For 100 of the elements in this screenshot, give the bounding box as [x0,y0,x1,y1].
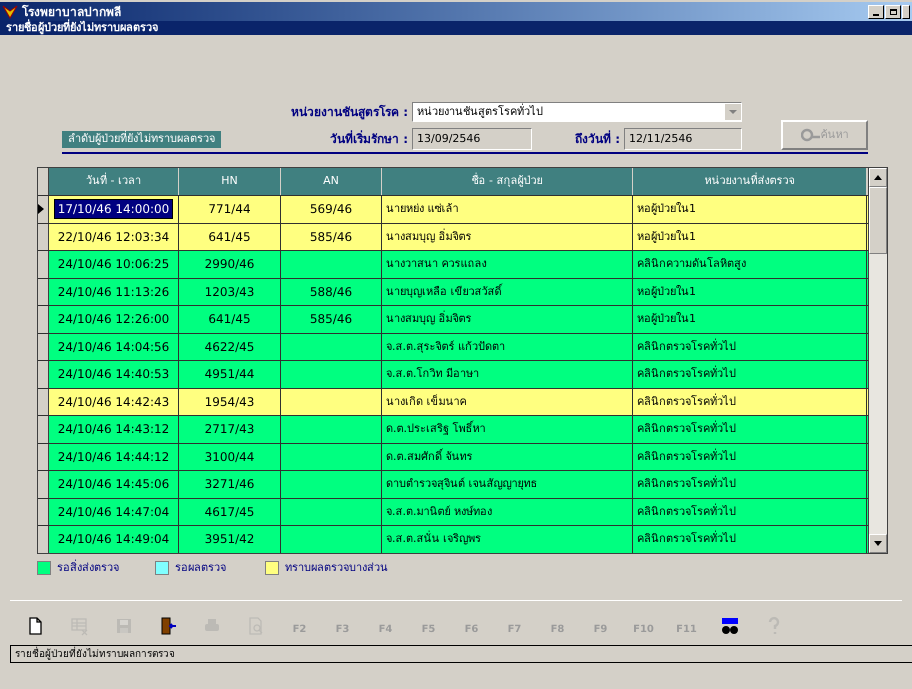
column-header[interactable]: AN [281,168,382,195]
row-header[interactable] [38,251,49,278]
row-header[interactable] [38,471,49,498]
table-cell-text: 585/46 [310,311,352,328]
table-row[interactable]: 24/10/46 14:04:56 4622/45 จ.ส.ต.สุระจิตร์ แก้วปัดตา คลินิกตรวจโรคทั่วไป [38,332,868,360]
scroll-thumb[interactable] [869,187,887,254]
table-cell-text: นางเกิด เข็มนาค [386,394,466,410]
table-cell-text: 22/10/46 12:03:34 [58,228,170,246]
table-cell-text: นายหย่ง แซ่เล้า [386,201,458,217]
table-cell-text: คลินิกตรวจโรคทั่วไป [637,394,736,410]
row-header[interactable] [38,388,49,415]
table-cell-text: 24/10/46 11:13:26 [58,284,170,301]
row-header[interactable] [38,361,49,388]
table-cell-text: 24/10/46 14:40:53 [58,366,170,384]
table-cell-text: ด.ต.ประเสริฐ โพธิ์หา [386,421,486,437]
unit-dropdown[interactable]: หน่วยงานชันสูตรโรคทั่วไป [412,102,742,122]
table-cell-text: 3100/44 [204,448,254,466]
table-cell-text: 24/10/46 14:43:12 [58,421,170,438]
column-header[interactable]: ชื่อ - สกุลผู้ป่วย [382,168,633,195]
section-label: ลำดับผู้ป่วยที่ยังไม่ทราบผลตรวจ [62,131,221,148]
row-header[interactable] [38,306,49,332]
table-row[interactable]: 24/10/46 14:47:04 4617/45 จ.ส.ต.มานิตย์ หงษ์ทอง คลินิกตรวจโรคทั่วไป [38,498,868,525]
table-cell-text: จ.ส.ต.โกวิท มีอาษา [386,366,479,382]
column-header[interactable]: HN [179,168,281,195]
subwindow-title: รายชื่อผู้ป่วยที่ยังไม่ทราบผลตรวจ [6,20,158,36]
table-cell-text: คลินิกตรวจโรคทั่วไป [637,476,736,492]
table-cell-text: คลินิกตรวจโรคทั่วไป [637,366,736,382]
column-header[interactable]: วันที่ - เวลา [49,168,179,195]
table-cell: หอผู้ป่วยใน1 [637,284,696,300]
row-header[interactable] [38,278,49,305]
table-cell-text: จ.ส.ต.มานิตย์ หงษ์ทอง [386,504,492,520]
table-cell: นายบุญเหลือ เขียวสวัสดิ์ [386,284,502,300]
row-header[interactable] [38,224,49,250]
row-header[interactable] [38,196,49,222]
table-cell-text: 24/10/46 14:42:43 [58,394,170,411]
table-row[interactable]: 24/10/46 14:43:12 2717/43 ด.ต.ประเสริฐ โพธิ์หา คลินิกตรวจโรคทั่วไป [38,415,868,442]
legend-label: ทราบผลตรวจบางส่วน [285,560,388,576]
table-row[interactable]: 24/10/46 14:49:04 3951/42 จ.ส.ต.สนั่น เจริญพร คลินิกตรวจโรคทั่วไป [38,525,868,552]
table-cell-text: ดาบตำรวจสุจินต์ เจนสัญญายุทธ [386,476,538,492]
table-cell-text: 4622/45 [204,338,254,356]
field-label: ถึงวันที่ : [574,130,620,148]
table-cell-text: นางวาสนา ควรแถลง [386,256,486,272]
table-cell-text: 4617/45 [204,504,254,521]
row-header[interactable] [38,444,49,470]
table-cell-text: 24/10/46 14:45:06 [58,476,170,494]
table-row[interactable]: 24/10/46 14:45:06 3271/46 ดาบตำรวจสุจินต์ เจนสัญญายุทธ คลินิกตรวจโรคทั่วไป [38,470,868,498]
table-cell-text: 3271/46 [204,476,254,494]
table-cell: นางสมบุญ อิ่มจิตร [386,228,472,245]
scroll-down-button[interactable] [869,534,887,552]
table-row[interactable]: 24/10/46 12:26:00 641/45 585/46 นางสมบุญ อิ่มจิตร หอผู้ป่วยใน1 [38,305,868,332]
table-cell-text: หอผู้ป่วยใน1 [637,311,696,327]
table-cell-text: 3951/42 [204,531,254,548]
table-row[interactable]: 24/10/46 14:44:12 3100/44 ด.ต.สมศักดิ์ จันทร คลินิกตรวจโรคทั่วไป [38,442,868,470]
minimize-button[interactable] [868,4,884,18]
table-cell-text: นางสมบุญ อิ่มจิตร [386,311,472,327]
table-cell-text: จ.ส.ต.สนั่น เจริญพร [386,531,481,547]
table-cell-text: 1954/43 [204,394,254,411]
table-cell: หอผู้ป่วยใน1 [637,228,696,245]
scroll-down-icon [874,540,882,546]
table-cell-text: 24/10/46 12:26:00 [58,311,170,328]
table-cell-text: 2990/46 [204,256,254,274]
row-header[interactable] [38,416,49,442]
table-cell-text: 641/45 [208,228,251,246]
table-cell-text: 24/10/46 14:47:04 [58,504,170,521]
grid-edit-icon [70,616,90,636]
close-button[interactable] [902,4,910,18]
table-row[interactable]: 24/10/46 14:40:53 4951/44 จ.ส.ต.โกวิท มีอาษา คลินิกตรวจโรคทั่วไป [38,360,868,388]
status-text: รายชื่อผู้ป่วยที่ยังไม่ทราบผลการตรวจ [15,646,175,662]
restore-button[interactable] [885,4,901,18]
table-row[interactable]: 24/10/46 10:06:25 2990/46 นางวาสนา ควรแถลง คลินิกความดันโลหิตสูง [38,250,868,278]
row-header[interactable] [38,334,49,360]
row-header[interactable] [38,498,49,525]
table-row[interactable]: 17/10/46 14:00:00 771/44 569/46 นายหย่ง แซ่เล้า หอผู้ป่วยใน1 [38,195,868,222]
table-cell-text: 24/10/46 14:49:04 [58,531,170,548]
table-cell-text: คลินิกตรวจโรคทั่วไป [637,421,736,437]
legend-label: รอสิ่งส่งตรวจ [57,560,119,576]
scrollbar[interactable] [869,167,888,554]
table-row[interactable]: 22/10/46 12:03:34 641/45 585/46 นางสมบุญ อิ่มจิตร หอผู้ป่วยใน1 [38,222,868,250]
table-cell-text: 1203/43 [204,284,254,301]
table-cell: จ.ส.ต.สุระจิตร์ แก้วปัดตา [386,338,505,355]
scroll-up-button[interactable] [869,168,887,187]
table-cell-text: คลินิกตรวจโรคทั่วไป [637,531,736,547]
key-icon [800,128,820,142]
table-cell-text: 569/46 [310,201,352,218]
column-header[interactable]: หน่วยงานที่ส่งตรวจ [633,168,867,195]
table-cell-text: 24/10/46 14:44:12 [58,448,170,466]
table-cell-text: หอผู้ป่วยใน1 [637,201,696,217]
row-header[interactable] [38,526,49,552]
table-cell: 17/10/46 14:00:00 [54,200,172,218]
table-cell-text: 2717/43 [204,421,254,438]
field-label: วันที่เริ่มรักษา : [329,130,408,148]
table-cell-text: 588/46 [310,284,352,301]
table-cell-text: ด.ต.สมศักดิ์ จันทร [386,448,472,464]
field-label: หน่วยงานชันสูตรโรค : [290,104,408,121]
scroll-up-icon [874,175,882,180]
end-date-field[interactable]: 12/11/2546 [624,128,742,150]
table-row[interactable]: 24/10/46 14:42:43 1954/43 นางเกิด เข็มนาค คลินิกตรวจโรคทั่วไป [38,388,868,415]
table-cell-text: 585/46 [310,228,352,246]
start-date-field[interactable]: 13/09/2546 [412,128,532,150]
table-row[interactable]: 24/10/46 11:13:26 1203/43 588/46 นายบุญเหลือ เขียวสวัสดิ์ หอผู้ป่วยใน1 [38,278,868,305]
